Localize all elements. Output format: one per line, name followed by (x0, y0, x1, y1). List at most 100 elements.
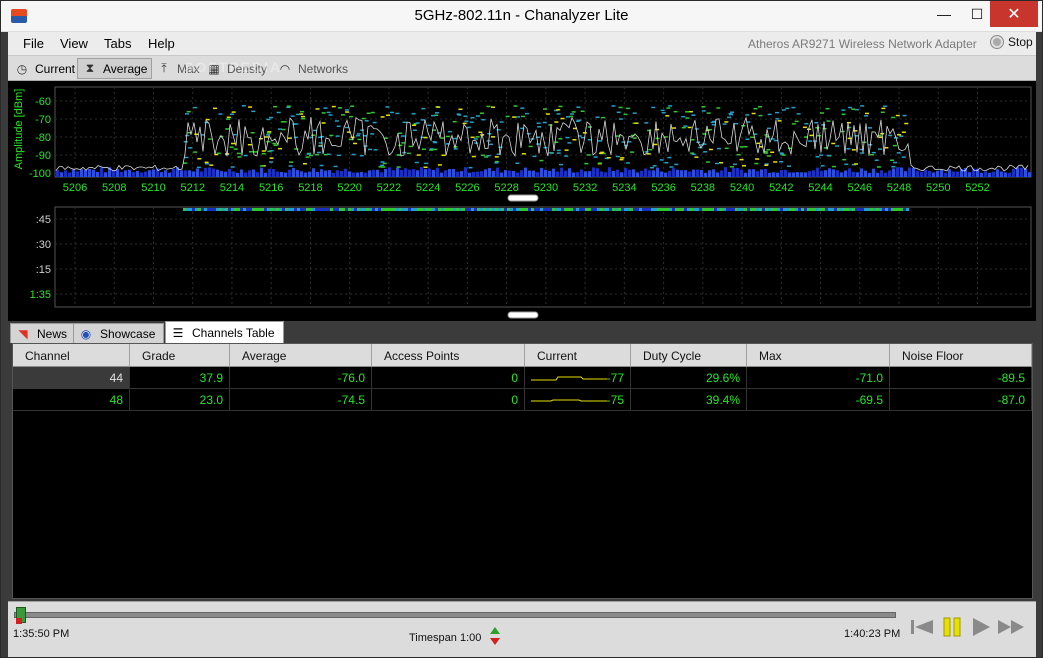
waterfall-mark (204, 208, 207, 211)
waterfall-mark (552, 208, 555, 211)
col-grade[interactable]: Grade (130, 344, 230, 367)
col-access-points[interactable]: Access Points (372, 344, 525, 367)
col-max[interactable]: Max (747, 344, 890, 367)
waterfall-mark (234, 208, 237, 211)
density-mark (423, 166, 428, 168)
density-mark (623, 113, 628, 116)
menu-file[interactable]: File (23, 36, 44, 51)
average-toggle[interactable]: ⧗ Average (77, 58, 153, 79)
waterfall-mark (753, 208, 756, 211)
timeline-track[interactable] (14, 612, 896, 618)
tab-channels-table[interactable]: ☰ Channels Table (165, 321, 284, 343)
noise-mark (880, 170, 883, 177)
waterfall-mark (348, 208, 351, 211)
noise-mark (784, 169, 787, 177)
skip-back-button[interactable] (908, 616, 936, 638)
waterfall-mark (588, 208, 591, 211)
waterfall-mark (213, 208, 216, 211)
density-mark (876, 166, 881, 168)
col-duty-cycle[interactable]: Duty Cycle (631, 344, 747, 367)
density-mark (701, 106, 706, 108)
fast-forward-button[interactable] (997, 616, 1025, 638)
table-row[interactable]: 44 37.9 -76.0 0 -77 29.6% -71.0 -89.5 (13, 367, 1032, 389)
waterfall-mark (459, 208, 462, 211)
noise-mark (856, 172, 859, 177)
minimize-button[interactable]: — (927, 1, 961, 27)
waterfall-mark (339, 208, 342, 211)
waterfall-mark (621, 208, 624, 211)
density-mark (382, 162, 387, 165)
density-mark (892, 144, 897, 147)
density-mark (435, 112, 440, 114)
density-mark (328, 114, 333, 116)
noise-mark (412, 169, 415, 177)
density-mark (320, 135, 325, 138)
waterfall-mark (360, 208, 363, 211)
noise-mark (916, 170, 919, 177)
noise-mark (620, 172, 623, 177)
waterfall-mark (537, 208, 540, 211)
noise-mark (840, 172, 843, 177)
maximize-button[interactable]: ☐ (960, 1, 994, 27)
menu-help[interactable]: Help (148, 36, 175, 51)
noise-mark (340, 170, 343, 177)
spectrum-svg[interactable]: Amplitude [dBm] 5206 5208 5210 5212 5214 5216… (8, 81, 1036, 321)
noise-mark (196, 168, 199, 177)
density-mark (253, 151, 258, 153)
title-bar: 5GHz-802.11n - Chanalyzer Lite — ☐ ✕ (1, 1, 1042, 32)
play-button[interactable] (967, 616, 995, 638)
waterfall-mark (900, 208, 903, 211)
density-mark (781, 154, 786, 156)
waterfall-mark (567, 208, 570, 211)
density-mark (571, 111, 576, 113)
density-mark (895, 114, 900, 117)
noise-mark (836, 170, 839, 177)
density-mark (468, 166, 473, 169)
table-row[interactable]: 48 23.0 -74.5 0 -75 39.4% -69.5 -87.0 (13, 389, 1032, 411)
density-mark (556, 149, 561, 152)
tab-news[interactable]: ◥ News (10, 323, 77, 343)
density-mark (286, 105, 291, 107)
stop-label: Stop (1008, 35, 1033, 49)
waterfall-mark (657, 208, 660, 211)
menu-tabs[interactable]: Tabs (104, 36, 131, 51)
timespan-stepper-icon[interactable] (489, 626, 501, 648)
col-average[interactable]: Average (230, 344, 372, 367)
col-current[interactable]: Current (525, 344, 631, 367)
noise-mark (756, 171, 759, 177)
density-mark (278, 147, 283, 150)
close-button[interactable]: ✕ (990, 1, 1038, 27)
waterfall-mark (435, 208, 438, 211)
pause-button[interactable] (938, 616, 966, 638)
current-toggle[interactable]: ◷ Current (10, 58, 79, 79)
menu-view[interactable]: View (60, 36, 88, 51)
average-trace (55, 116, 1029, 172)
noise-mark (956, 171, 959, 177)
waterfall-mark (687, 208, 690, 211)
density-mark (705, 161, 710, 163)
density-mark (736, 153, 741, 156)
density-mark (326, 111, 331, 114)
col-channel[interactable]: Channel (13, 344, 130, 367)
noise-mark (292, 167, 295, 177)
density-mark (668, 105, 673, 107)
networks-toggle[interactable]: ◠ Networks (273, 58, 352, 79)
waterfall-mark (792, 208, 795, 211)
waterfall-mark (822, 208, 825, 211)
waterfall-mark (720, 208, 723, 211)
tab-showcase[interactable]: ◉ Showcase (73, 323, 165, 343)
noise-mark (376, 169, 379, 177)
waterfall-mark (726, 208, 729, 211)
noise-mark (900, 167, 903, 177)
stop-button[interactable]: Stop (991, 35, 1033, 49)
density-mark (694, 156, 699, 158)
density-mark (593, 156, 598, 158)
waterfall-mark (372, 208, 375, 211)
waterfall-mark (558, 208, 561, 211)
waterfall-mark (315, 208, 318, 211)
current-label: Current (35, 61, 76, 76)
waterfall-mark (672, 208, 675, 211)
density-mark (280, 121, 285, 123)
col-noise-floor[interactable]: Noise Floor (890, 344, 1032, 367)
adapter-name[interactable]: Atheros AR9271 Wireless Network Adapter (748, 37, 977, 51)
